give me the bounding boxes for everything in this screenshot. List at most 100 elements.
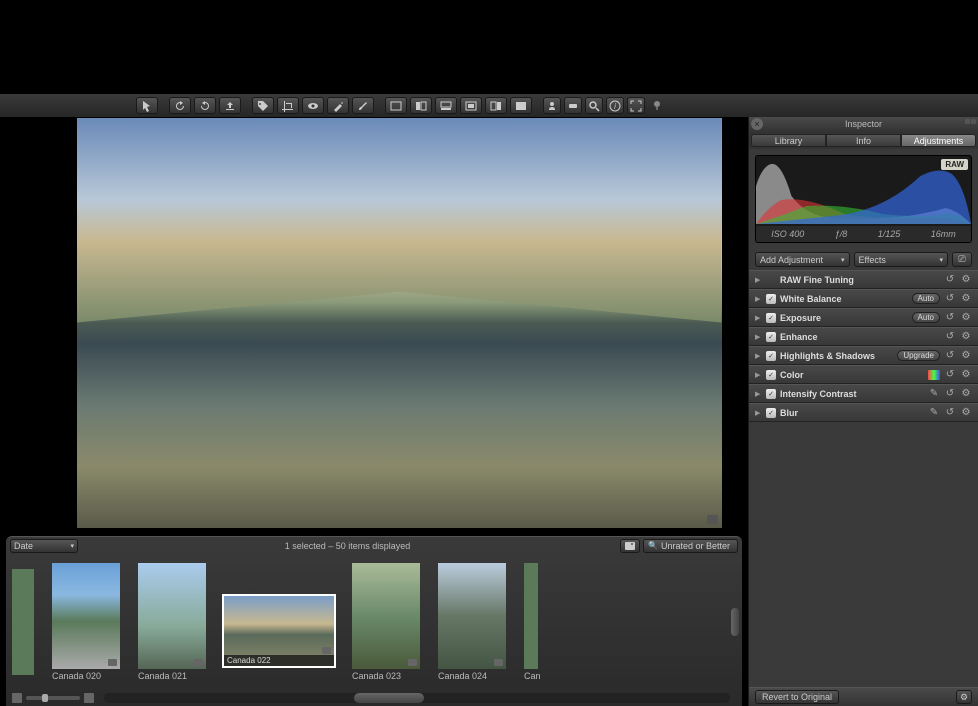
- adjustment-checkbox[interactable]: ✓: [766, 351, 776, 361]
- brush-button[interactable]: [352, 97, 374, 114]
- gear-icon[interactable]: ⚙: [960, 293, 972, 305]
- rotate-ccw-button[interactable]: [169, 97, 191, 114]
- tag-button[interactable]: [252, 97, 274, 114]
- thumbnail-image[interactable]: Canada 022: [224, 596, 334, 666]
- thumbnail-partial-left[interactable]: [12, 569, 34, 675]
- auto-button[interactable]: Auto: [912, 312, 940, 323]
- filmstrip-vscroll[interactable]: [730, 574, 740, 670]
- new-album-button[interactable]: [620, 539, 640, 553]
- viewer-mode-3-button[interactable]: [435, 97, 457, 114]
- adjustment-row-blur[interactable]: ▶✓Blur✎↺⚙: [749, 403, 978, 422]
- thumbnail-image[interactable]: [352, 563, 420, 669]
- tab-library[interactable]: Library: [751, 134, 826, 147]
- close-icon[interactable]: ×: [751, 118, 763, 130]
- color-chip-icon[interactable]: [928, 370, 940, 380]
- gear-icon[interactable]: ⚙: [956, 690, 972, 704]
- tab-adjustments[interactable]: Adjustments: [901, 134, 976, 147]
- viewer-mode-4-button[interactable]: [460, 97, 482, 114]
- thumbnail-image[interactable]: [138, 563, 206, 669]
- reset-icon[interactable]: ↺: [944, 388, 956, 400]
- fullscreen-button[interactable]: [627, 97, 645, 114]
- thumbnail-item[interactable]: Canada 024: [438, 563, 506, 681]
- adjustment-row-intensify-contrast[interactable]: ▶✓Intensify Contrast✎↺⚙: [749, 384, 978, 403]
- histogram-graph: [756, 156, 971, 224]
- adjustment-checkbox[interactable]: ✓: [766, 389, 776, 399]
- disclosure-icon[interactable]: ▶: [755, 390, 762, 398]
- adjustment-row-white-balance[interactable]: ▶✓White BalanceAuto↺⚙: [749, 289, 978, 308]
- gear-icon[interactable]: ⚙: [960, 331, 972, 343]
- thumbnail-item[interactable]: Canada 020: [52, 563, 120, 681]
- adjustment-row-exposure[interactable]: ▶✓ExposureAuto↺⚙: [749, 308, 978, 327]
- viewer-mode-6-button[interactable]: [510, 97, 532, 114]
- reset-icon[interactable]: ↺: [944, 369, 956, 381]
- viewer-mode-5-button[interactable]: [485, 97, 507, 114]
- disclosure-icon[interactable]: ▶: [755, 352, 762, 360]
- thumbnail-item[interactable]: Canada 021: [138, 563, 206, 681]
- reset-icon[interactable]: ↺: [944, 312, 956, 324]
- gear-icon[interactable]: ⚙: [960, 407, 972, 419]
- adjustment-checkbox[interactable]: ✓: [766, 294, 776, 304]
- thumbnail-image[interactable]: [438, 563, 506, 669]
- disclosure-icon[interactable]: ▶: [755, 371, 762, 379]
- redeye-button[interactable]: [302, 97, 324, 114]
- crop-button[interactable]: [277, 97, 299, 114]
- adjustment-checkbox[interactable]: ✓: [766, 408, 776, 418]
- adjustment-checkbox[interactable]: ✓: [766, 370, 776, 380]
- reset-icon[interactable]: ↺: [944, 274, 956, 286]
- adjustment-row-raw-fine-tuning[interactable]: ▶RAW Fine Tuning↺⚙: [749, 270, 978, 289]
- main-photo[interactable]: [77, 118, 722, 528]
- disclosure-icon[interactable]: ▶: [755, 409, 762, 417]
- thumbnail-item-selected[interactable]: Canada 022: [224, 578, 334, 666]
- disclosure-icon[interactable]: ▶: [755, 314, 762, 322]
- adjustment-checkbox[interactable]: ✓: [766, 332, 776, 342]
- brush-icon[interactable]: ✎: [928, 407, 940, 419]
- disclosure-icon[interactable]: ▶: [755, 276, 762, 284]
- info-button[interactable]: i: [606, 97, 624, 114]
- thumbnail-image[interactable]: [52, 563, 120, 669]
- resize-icon[interactable]: [965, 119, 976, 124]
- sort-select[interactable]: Date: [10, 539, 78, 553]
- retouch-button[interactable]: [327, 97, 349, 114]
- label-button[interactable]: [564, 97, 582, 114]
- main-viewer[interactable]: [0, 117, 748, 528]
- zoom-out-icon[interactable]: [12, 693, 22, 703]
- filmstrip-hscroll[interactable]: [104, 693, 730, 703]
- pointer-tool-button[interactable]: [136, 97, 158, 114]
- lamp-icon[interactable]: [648, 97, 666, 114]
- gear-icon[interactable]: ⚙: [960, 274, 972, 286]
- gear-icon[interactable]: ⚙: [960, 388, 972, 400]
- gear-icon[interactable]: ⚙: [960, 350, 972, 362]
- reset-icon[interactable]: ↺: [944, 331, 956, 343]
- reset-icon[interactable]: ↺: [944, 350, 956, 362]
- rotate-cw-button[interactable]: [194, 97, 216, 114]
- auto-button[interactable]: Auto: [912, 293, 940, 304]
- viewer-mode-2-button[interactable]: [410, 97, 432, 114]
- disclosure-icon[interactable]: ▶: [755, 333, 762, 341]
- thumbnail-zoom-slider[interactable]: [26, 696, 80, 700]
- thumbnail-item[interactable]: Canada 023: [352, 563, 420, 681]
- viewer-mode-1-button[interactable]: [385, 97, 407, 114]
- adjustment-row-highlights-shadows[interactable]: ▶✓Highlights & ShadowsUpgrade↺⚙: [749, 346, 978, 365]
- brush-icon[interactable]: ✎: [928, 388, 940, 400]
- effects-select[interactable]: Effects: [854, 252, 949, 267]
- adjustment-row-enhance[interactable]: ▶✓Enhance↺⚙: [749, 327, 978, 346]
- histogram[interactable]: RAW ISO 400 ƒ/8 1/125 16mm: [755, 155, 972, 243]
- reset-icon[interactable]: ↺: [944, 407, 956, 419]
- gear-icon[interactable]: ⚙: [960, 312, 972, 324]
- add-adjustment-select[interactable]: Add Adjustment: [755, 252, 850, 267]
- disclosure-icon[interactable]: ▶: [755, 295, 762, 303]
- gear-icon[interactable]: ⚙: [960, 369, 972, 381]
- upgrade-button[interactable]: Upgrade: [897, 350, 940, 361]
- filter-search[interactable]: Unrated or Better: [643, 539, 738, 553]
- revert-button[interactable]: Revert to Original: [755, 690, 839, 704]
- zoom-in-icon[interactable]: [84, 693, 94, 703]
- keywords-button[interactable]: [543, 97, 561, 114]
- loupe-button[interactable]: [585, 97, 603, 114]
- reset-icon[interactable]: ↺: [944, 293, 956, 305]
- adjustment-row-color[interactable]: ▶✓Color↺⚙: [749, 365, 978, 384]
- thumbnail-partial-right[interactable]: Can: [524, 563, 541, 681]
- lift-button[interactable]: [219, 97, 241, 114]
- preset-button[interactable]: ⎚: [952, 252, 972, 267]
- tab-info[interactable]: Info: [826, 134, 901, 147]
- adjustment-checkbox[interactable]: ✓: [766, 313, 776, 323]
